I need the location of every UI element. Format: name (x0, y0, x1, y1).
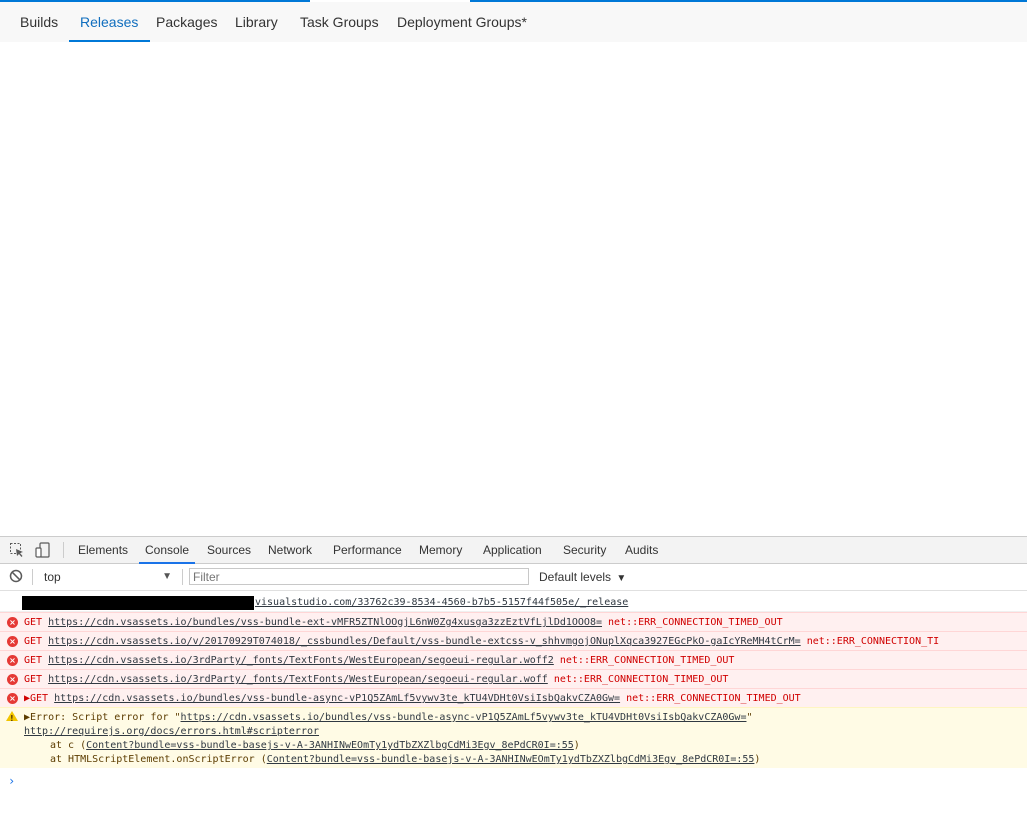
request-url[interactable]: https://cdn.vsassets.io/3rdParty/_fonts/… (48, 655, 554, 666)
warning-url[interactable]: https://cdn.vsassets.io/bundles/vss-bund… (181, 712, 747, 723)
context-value: top (44, 570, 61, 584)
request-url[interactable]: https://cdn.vsassets.io/v/20170929T07401… (48, 636, 801, 647)
stack-suffix: ) (573, 740, 580, 751)
warning-line-2: http://requirejs.org/docs/errors.html#sc… (24, 725, 319, 739)
error-status: net::ERR_CONNECTION_TIMED_OUT (553, 674, 729, 685)
console-prompt[interactable]: › (8, 774, 15, 788)
hub-navigation: Builds Releases Packages Library Task Gr… (0, 2, 1027, 42)
stack-link[interactable]: Content?bundle=vss-bundle-basejs-v-A-3AN… (86, 740, 574, 751)
console-error-row: × GET https://cdn.vsassets.io/v/20170929… (0, 631, 1027, 650)
toolbar-divider (63, 542, 64, 558)
stack-prefix: at c ( (50, 740, 87, 751)
request-method: GET (24, 655, 43, 666)
error-icon: × (7, 655, 18, 666)
chevron-down-icon: ▼ (162, 571, 172, 582)
error-text: GET https://cdn.vsassets.io/3rdParty/_fo… (24, 651, 734, 669)
devtools-panel: Elements Console Sources Network Perform… (0, 536, 1027, 815)
request-method[interactable]: ▶GET (24, 693, 48, 704)
console-error-row: × GET https://cdn.vsassets.io/bundles/vs… (0, 612, 1027, 631)
error-icon: × (7, 674, 18, 685)
tab-releases[interactable]: Releases (68, 2, 151, 42)
stack-link[interactable]: Content?bundle=vss-bundle-basejs-v-A-3AN… (267, 754, 755, 765)
error-text: GET https://cdn.vsassets.io/v/20170929T0… (24, 632, 939, 650)
device-toolbar-icon[interactable] (35, 542, 51, 558)
tab-packages[interactable]: Packages (156, 2, 217, 42)
tab-audits[interactable]: Audits (625, 537, 658, 563)
stack-frame: at HTMLScriptElement.onScriptError (Cont… (50, 753, 760, 767)
stack-frame: at c (Content?bundle=vss-bundle-basejs-v… (50, 739, 580, 753)
tab-deployment-groups[interactable]: Deployment Groups* (397, 2, 527, 42)
tab-builds[interactable]: Builds (20, 2, 58, 42)
console-log-row: visualstudio.com/33762c39-8534-4560-b7b5… (0, 594, 1027, 612)
tab-security[interactable]: Security (563, 537, 606, 563)
console-messages: visualstudio.com/33762c39-8534-4560-b7b5… (0, 591, 1027, 815)
tab-performance[interactable]: Performance (333, 537, 402, 563)
request-url[interactable]: https://cdn.vsassets.io/bundles/vss-bund… (54, 693, 620, 704)
context-select[interactable]: top ▼ (36, 568, 176, 586)
error-text: GET https://cdn.vsassets.io/3rdParty/_fo… (24, 670, 728, 688)
tab-library[interactable]: Library (235, 2, 278, 42)
log-levels-dropdown[interactable]: Default levels ▼ (539, 568, 626, 586)
stack-prefix: at HTMLScriptElement.onScriptError ( (50, 754, 267, 765)
error-status: net::ERR_CONNECTION_TIMED_OUT (559, 655, 735, 666)
request-url[interactable]: https://cdn.vsassets.io/3rdParty/_fonts/… (48, 674, 548, 685)
request-method: GET (24, 617, 43, 628)
warning-icon: ! (6, 711, 18, 723)
error-icon: × (7, 617, 18, 628)
stack-suffix: ) (754, 754, 761, 765)
filter-divider (32, 569, 33, 585)
request-method: GET (24, 674, 43, 685)
console-filter-bar: top ▼ Filter Default levels ▼ (0, 564, 1027, 591)
console-warning-row[interactable]: ! ▶Error: Script error for "https://cdn.… (0, 707, 1027, 768)
clear-console-icon[interactable] (9, 569, 23, 583)
error-text: GET https://cdn.vsassets.io/bundles/vss-… (24, 613, 783, 631)
request-url[interactable]: https://cdn.vsassets.io/bundles/vss-bund… (48, 617, 602, 628)
filter-divider-2 (182, 569, 183, 585)
warning-prefix[interactable]: ▶Error: Script error for " (24, 712, 181, 723)
page-content-area (0, 42, 1027, 536)
redacted-text (22, 596, 254, 610)
tab-memory[interactable]: Memory (419, 537, 462, 563)
filter-input[interactable]: Filter (189, 568, 529, 585)
error-icon: × (7, 636, 18, 647)
docs-link[interactable]: http://requirejs.org/docs/errors.html#sc… (24, 726, 319, 737)
console-error-row: × GET https://cdn.vsassets.io/3rdParty/_… (0, 669, 1027, 688)
error-status: net::ERR_CONNECTION_TIMED_OUT (626, 693, 801, 704)
error-icon: × (7, 693, 18, 704)
log-link[interactable]: visualstudio.com/33762c39-8534-4560-b7b5… (255, 594, 628, 611)
levels-label: Default levels (539, 570, 612, 584)
error-status: net::ERR_CONNECTION_TI (806, 636, 940, 647)
tab-console[interactable]: Console (138, 537, 196, 564)
tab-task-groups[interactable]: Task Groups (300, 2, 379, 42)
tab-network[interactable]: Network (268, 537, 312, 563)
chevron-down-icon: ▼ (616, 573, 627, 584)
warning-line-1: ▶Error: Script error for "https://cdn.vs… (24, 711, 753, 725)
error-text: ▶GET https://cdn.vsassets.io/bundles/vss… (24, 689, 801, 707)
tab-elements[interactable]: Elements (78, 537, 128, 563)
inspect-element-icon[interactable] (9, 542, 25, 558)
warning-suffix: " (746, 712, 753, 723)
console-error-row[interactable]: × ▶GET https://cdn.vsassets.io/bundles/v… (0, 688, 1027, 707)
error-status: net::ERR_CONNECTION_TIMED_OUT (608, 617, 783, 628)
request-method: GET (24, 636, 43, 647)
console-error-row: × GET https://cdn.vsassets.io/3rdParty/_… (0, 650, 1027, 669)
devtools-toolbar: Elements Console Sources Network Perform… (0, 537, 1027, 564)
tab-sources[interactable]: Sources (207, 537, 251, 563)
tab-application[interactable]: Application (483, 537, 542, 563)
